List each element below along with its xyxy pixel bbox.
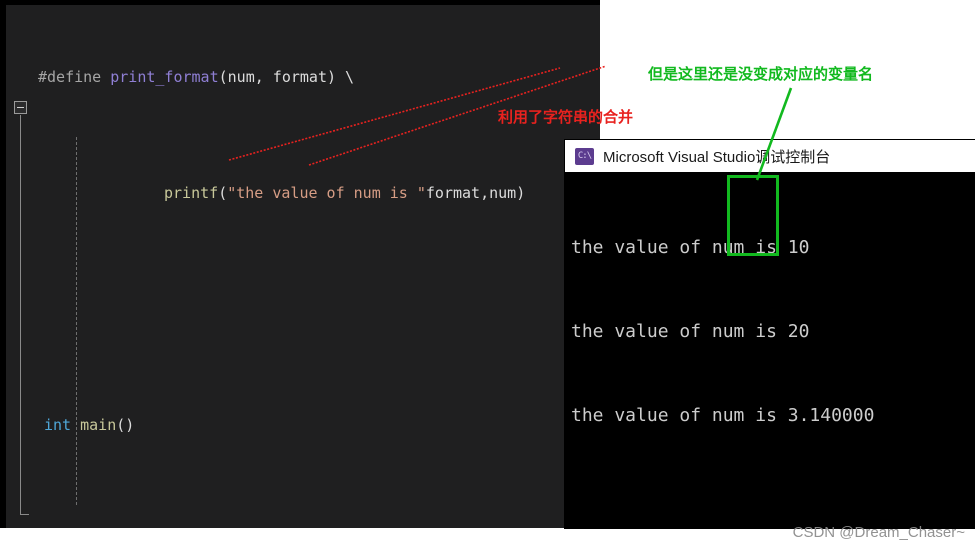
- console-titlebar[interactable]: C:\ Microsoft Visual Studio调试控制台: [565, 140, 975, 172]
- code-line-open-brace: {: [6, 527, 600, 528]
- debug-console-window[interactable]: C:\ Microsoft Visual Studio调试控制台 the val…: [565, 140, 975, 528]
- console-output-line: the value of num is 3.140000: [571, 405, 875, 426]
- console-output[interactable]: the value of num is 10 the value of num …: [565, 172, 975, 528]
- code-editor[interactable]: #define print_format(num, format) \ prin…: [0, 0, 600, 528]
- code-text[interactable]: #define print_format(num, format) \ prin…: [6, 5, 600, 528]
- console-icon-glyph: C:\: [577, 150, 592, 161]
- console-app-icon: C:\: [575, 147, 594, 165]
- code-line-printf-macro: printf("the value of num is "format,num): [164, 184, 526, 202]
- annotation-green-note: 但是这里还是没变成对应的变量名: [648, 66, 874, 83]
- annotation-red-note: 利用了字符串的合并: [498, 109, 634, 126]
- console-output-line: the value of num is 20: [571, 321, 810, 342]
- code-editor-surface[interactable]: #define print_format(num, format) \ prin…: [6, 5, 600, 528]
- console-window-title: Microsoft Visual Studio调试控制台: [603, 148, 831, 166]
- console-output-line: the value of num is 10: [571, 237, 810, 258]
- code-line-define: #define print_format(num, format) \: [38, 68, 355, 86]
- code-line-blank-1: [6, 295, 600, 324]
- screenshot-root: #define print_format(num, format) \ prin…: [0, 0, 975, 545]
- watermark: CSDN @Dream_Chaser~: [792, 524, 965, 541]
- code-line-main: int main(): [44, 416, 135, 434]
